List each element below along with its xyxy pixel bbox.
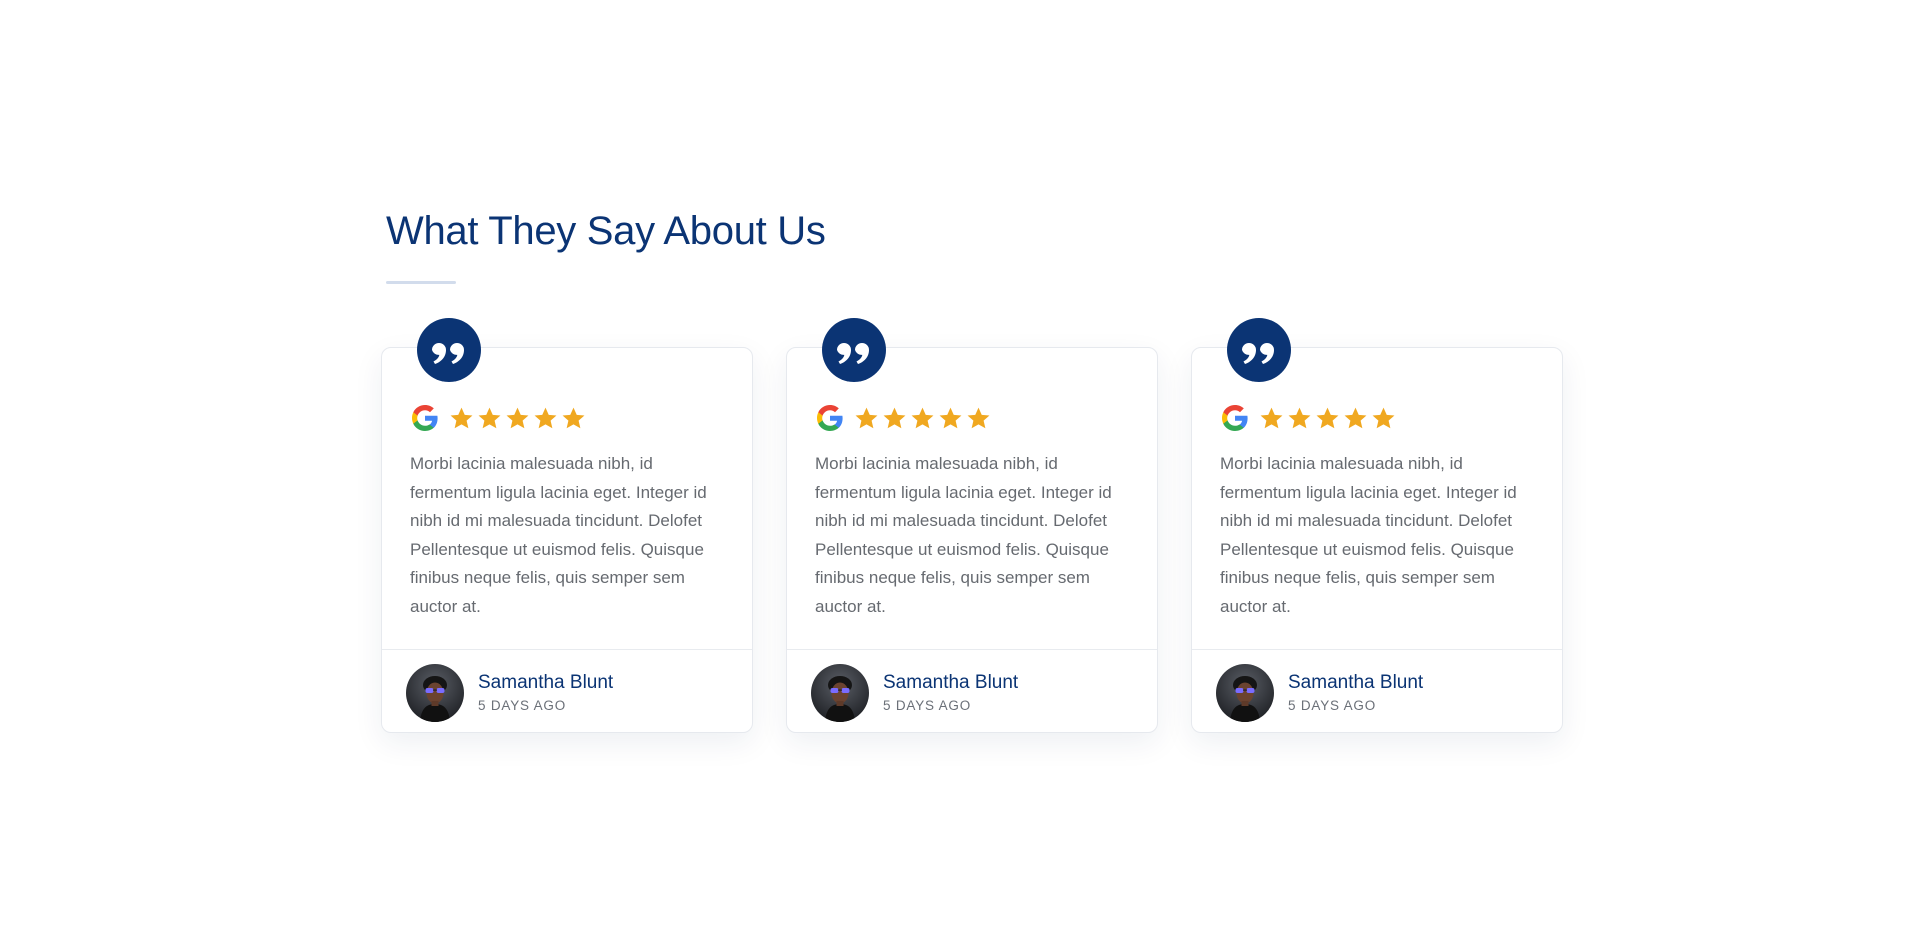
author-meta: Samantha Blunt 5 DAYS AGO [1288,670,1423,716]
quote-icon [1227,318,1291,382]
author-meta: Samantha Blunt 5 DAYS AGO [883,670,1018,716]
star-icon [966,406,991,431]
author-meta: Samantha Blunt 5 DAYS AGO [478,670,613,716]
testimonial-card: Morbi lacinia malesuada nibh, id ferment… [1191,318,1563,733]
review-date: 5 DAYS AGO [883,698,972,713]
star-icon [1343,406,1368,431]
review-text: Morbi lacinia malesuada nibh, id ferment… [1220,454,1517,616]
review-author: Samantha Blunt 5 DAYS AGO [1216,664,1423,722]
rating-row [410,401,589,435]
author-name: Samantha Blunt [478,672,614,693]
star-rating [449,406,589,431]
title-underline [386,281,456,284]
review-date: 5 DAYS AGO [1288,698,1377,713]
quote-icon [417,318,481,382]
card-divider [382,649,752,650]
star-icon [1287,406,1312,431]
avatar [811,664,869,722]
star-icon [910,406,935,431]
google-icon [815,403,845,433]
star-icon [1259,406,1284,431]
testimonial-card: Morbi lacinia malesuada nibh, id ferment… [786,318,1158,733]
review-text: Morbi lacinia malesuada nibh, id ferment… [815,454,1112,616]
review-author: Samantha Blunt 5 DAYS AGO [811,664,1018,722]
testimonials-section: What They Say About Us Morbi lacinia mal… [0,0,1920,930]
star-icon [938,406,963,431]
star-icon [533,406,558,431]
card-divider [787,649,1157,650]
testimonial-card: Morbi lacinia malesuada nibh, id ferment… [381,318,753,733]
avatar [1216,664,1274,722]
section-title: What They Say About Us [386,209,826,253]
testimonial-cards: Morbi lacinia malesuada nibh, id ferment… [381,318,1566,739]
author-name: Samantha Blunt [1288,672,1424,693]
review-date: 5 DAYS AGO [478,698,567,713]
star-icon [449,406,474,431]
author-name: Samantha Blunt [883,672,1019,693]
rating-row [815,401,994,435]
star-icon [882,406,907,431]
review-text: Morbi lacinia malesuada nibh, id ferment… [410,454,707,616]
star-rating [854,406,994,431]
star-icon [477,406,502,431]
star-icon [505,406,530,431]
quote-icon [822,318,886,382]
avatar [406,664,464,722]
google-icon [410,403,440,433]
star-icon [561,406,586,431]
star-icon [1371,406,1396,431]
star-rating [1259,406,1399,431]
google-icon [1220,403,1250,433]
rating-row [1220,401,1399,435]
star-icon [854,406,879,431]
review-author: Samantha Blunt 5 DAYS AGO [406,664,613,722]
card-divider [1192,649,1562,650]
star-icon [1315,406,1340,431]
